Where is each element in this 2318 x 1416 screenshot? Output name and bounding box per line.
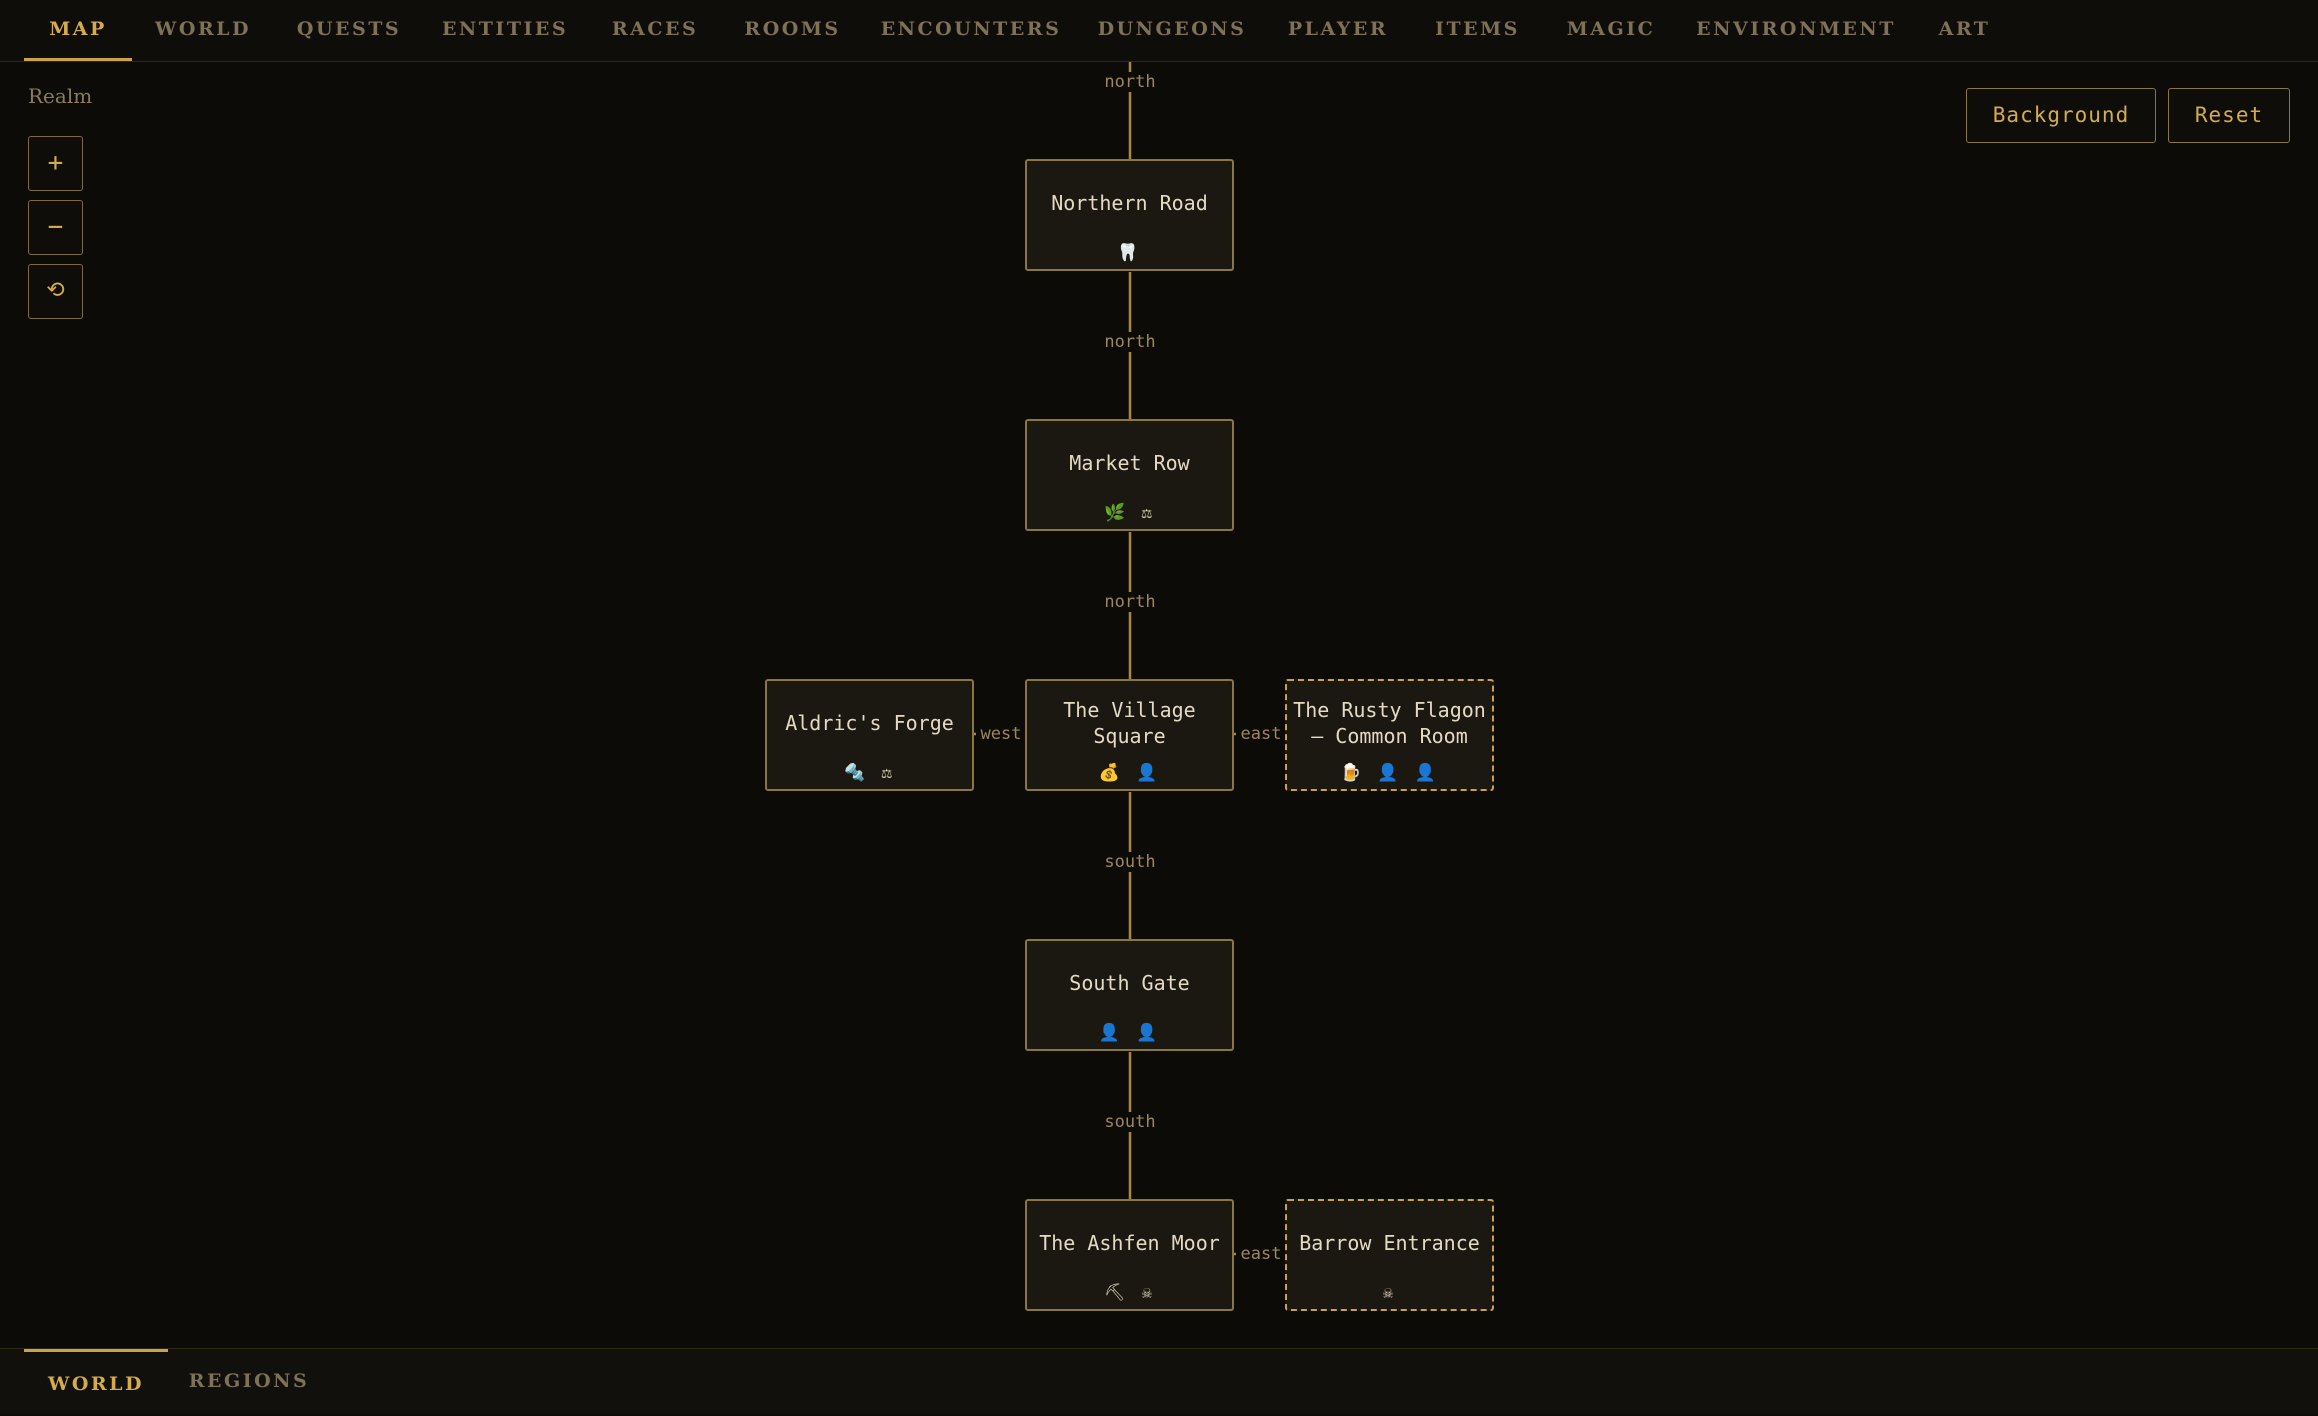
room-name: The Rusty Flagon — Common Room xyxy=(1293,698,1486,748)
link-label-south-gate: south xyxy=(1100,852,1160,872)
tab-map[interactable]: MAP xyxy=(24,0,132,61)
room-name: Northern Road xyxy=(1051,191,1208,215)
link-label-north-top: north xyxy=(1100,72,1160,92)
room-icons: 🔩 ⚖ xyxy=(844,763,895,783)
room-icons: 🌿 ⚖ xyxy=(1104,503,1155,523)
room-icons: 👤 👤 xyxy=(1098,1023,1161,1043)
link-label-east-barrow: east xyxy=(1236,1244,1286,1264)
room-name: Barrow Entrance xyxy=(1299,1231,1480,1255)
room-northern-road[interactable]: Northern Road 🦷 xyxy=(1025,159,1234,271)
tab-items[interactable]: ITEMS xyxy=(1424,0,1531,61)
link-label-north-square: north xyxy=(1100,592,1160,612)
tab-entities[interactable]: ENTITIES xyxy=(435,0,575,61)
link-label-west: west xyxy=(976,724,1026,744)
room-name: South Gate xyxy=(1069,971,1190,995)
room-icons: 💰 👤 xyxy=(1098,763,1161,783)
room-rusty-flagon[interactable]: The Rusty Flagon — Common Room 🍺 👤 👤 xyxy=(1285,679,1494,791)
room-aldrics-forge[interactable]: Aldric's Forge 🔩 ⚖ xyxy=(765,679,974,791)
top-navigation: MAP WORLD QUESTS ENTITIES RACES ROOMS EN… xyxy=(0,0,2318,62)
tab-bottom-regions[interactable]: REGIONS xyxy=(180,1349,318,1414)
tab-encounters[interactable]: ENCOUNTERS xyxy=(875,0,1067,61)
room-name: The Ashfen Moor xyxy=(1039,1231,1220,1255)
tab-races[interactable]: RACES xyxy=(600,0,710,61)
room-market-row[interactable]: Market Row 🌿 ⚖ xyxy=(1025,419,1234,531)
tab-environment[interactable]: ENVIRONMENT xyxy=(1691,0,1901,61)
tab-rooms[interactable]: ROOMS xyxy=(735,0,850,61)
room-icons: 🦷 xyxy=(1117,243,1142,263)
map-canvas[interactable]: north north north west east south south … xyxy=(0,62,2318,1348)
room-ashfen-moor[interactable]: The Ashfen Moor ⛏ ☠ xyxy=(1025,1199,1234,1311)
link-label-east-flagon: east xyxy=(1236,724,1286,744)
room-south-gate[interactable]: South Gate 👤 👤 xyxy=(1025,939,1234,1051)
room-name: Aldric's Forge xyxy=(785,711,954,735)
tab-quests[interactable]: QUESTS xyxy=(287,0,411,61)
link-label-south-moor: south xyxy=(1100,1112,1160,1132)
link-label-north-market: north xyxy=(1100,332,1160,352)
room-village-square[interactable]: The Village Square 💰 👤 xyxy=(1025,679,1234,791)
tab-world[interactable]: WORLD xyxy=(143,0,263,61)
room-barrow-entrance[interactable]: Barrow Entrance ☠ xyxy=(1285,1199,1494,1311)
tab-dungeons[interactable]: DUNGEONS xyxy=(1092,0,1252,61)
room-icons: ☠ xyxy=(1382,1283,1397,1303)
tab-magic[interactable]: MAGIC xyxy=(1556,0,1666,61)
tab-art[interactable]: ART xyxy=(1926,0,2003,61)
room-name: Market Row xyxy=(1069,451,1190,475)
tab-player[interactable]: PLAYER xyxy=(1277,0,1399,61)
tab-bottom-world[interactable]: WORLD xyxy=(24,1349,168,1414)
room-name: The Village Square xyxy=(1063,698,1196,748)
bottom-navigation: WORLD REGIONS xyxy=(0,1348,2318,1414)
room-icons: 🍺 👤 👤 xyxy=(1340,763,1439,783)
room-icons: ⛏ ☠ xyxy=(1103,1283,1156,1303)
